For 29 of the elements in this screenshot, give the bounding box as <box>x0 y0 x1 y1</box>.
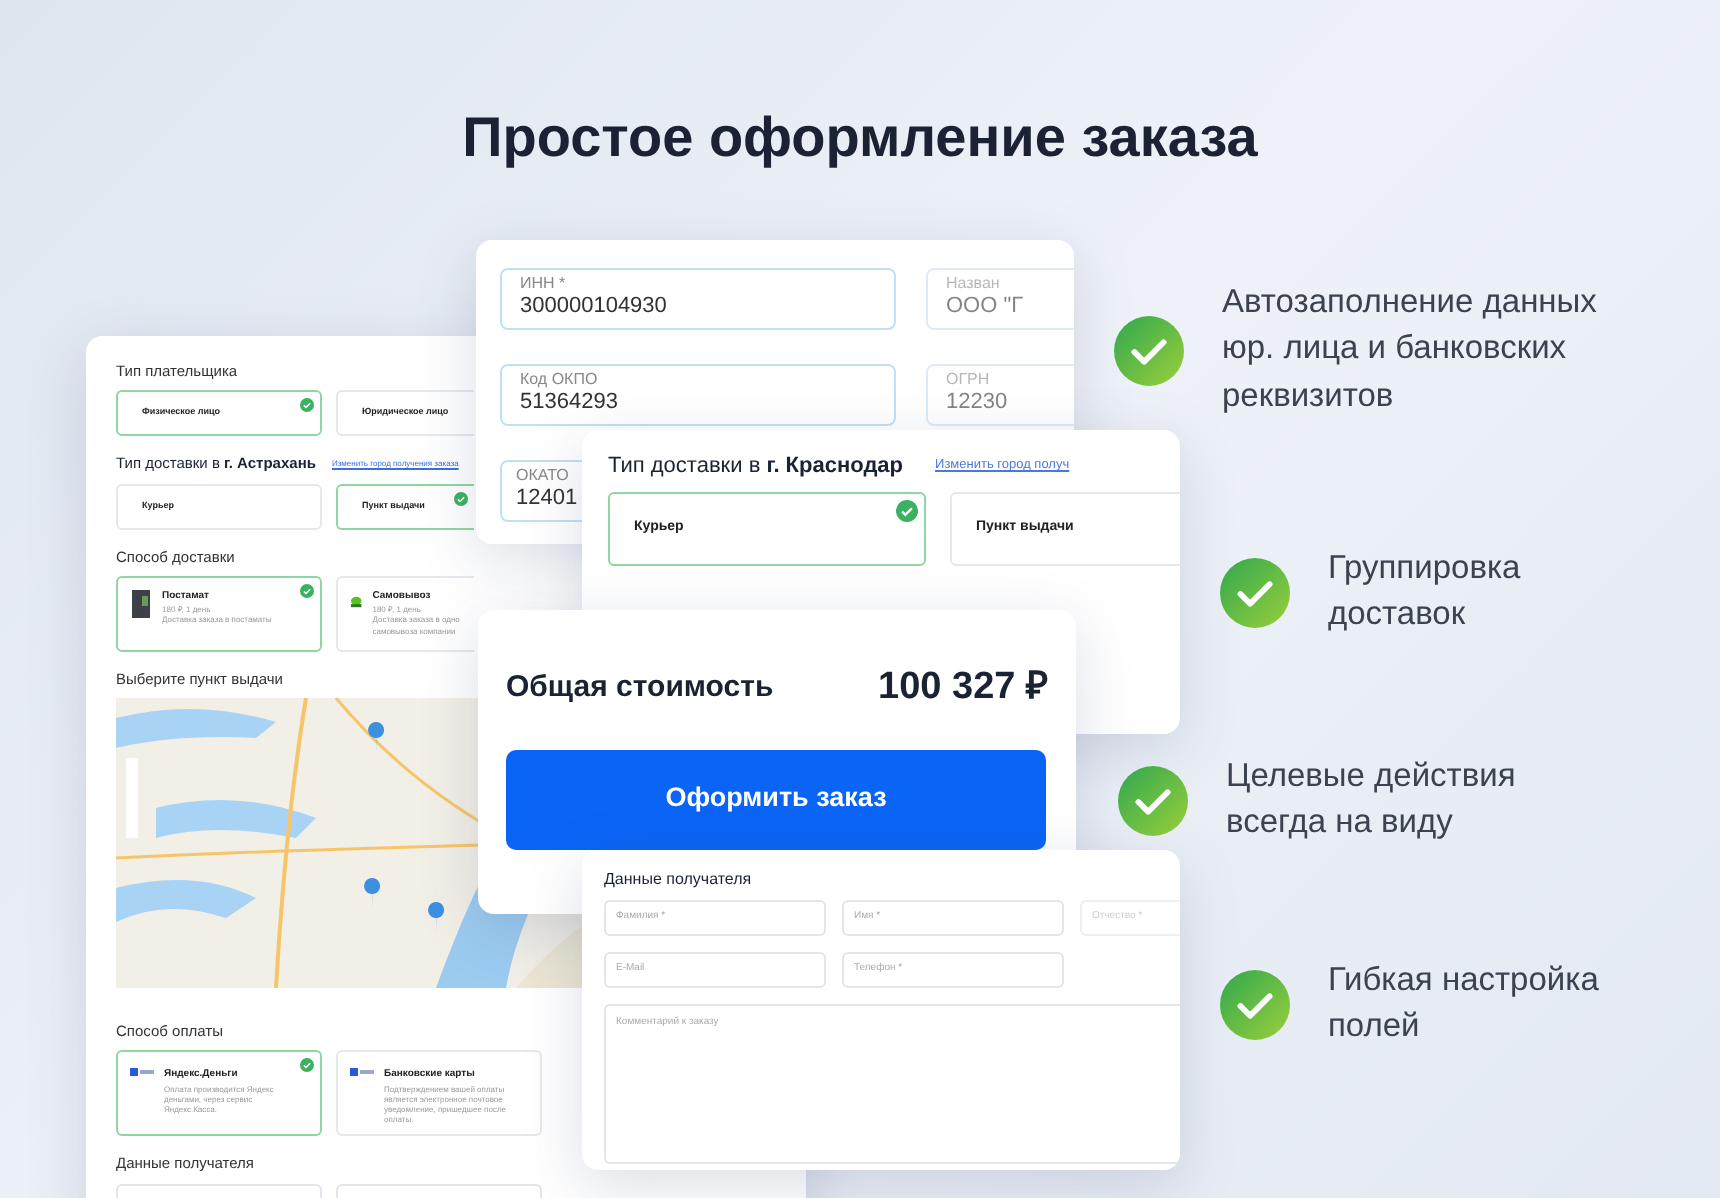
check-icon <box>1118 765 1188 836</box>
wallet-icon <box>350 1068 374 1077</box>
field-value: 51364293 <box>520 389 620 416</box>
checkout-button[interactable]: Оформить заказ <box>506 749 1046 849</box>
feature-text: Гибкая настройка полей <box>1328 960 1601 1049</box>
field-value: ООО "Г <box>946 293 1026 320</box>
check-icon <box>1114 315 1184 386</box>
locker-icon <box>130 589 152 618</box>
feature-text: Автозаполнение данных юр. лица и банковских реквизитов <box>1222 282 1599 418</box>
check-icon <box>1220 557 1290 628</box>
page-title: Простое оформление заказа <box>460 104 1260 172</box>
field-value: 12401 <box>516 485 580 512</box>
input-field[interactable]: ИНН * 300000104930 <box>500 268 896 330</box>
check-icon <box>1220 969 1290 1040</box>
input-field[interactable]: Код ОКПО 51364293 <box>500 364 896 426</box>
field-value: 12230 <box>946 389 1010 416</box>
field-label: ОГРН <box>946 370 992 390</box>
feature-text: Целевые действия всегда на виду <box>1226 756 1518 845</box>
field-label: Назван <box>946 274 1002 294</box>
feature-text: Группировка доставок <box>1328 548 1523 637</box>
section-title: Данные получателя <box>604 868 754 892</box>
wallet-icon <box>130 1068 154 1077</box>
field-label: ОКАТО <box>516 466 571 486</box>
field-label: ИНН * <box>520 274 568 294</box>
total-amount: 100 327 ₽ <box>878 664 1048 712</box>
section-title: Тип доставки в г. Краснодар <box>608 452 904 482</box>
field-value: 300000104930 <box>520 293 669 320</box>
field-label: Код ОКПО <box>520 370 600 390</box>
total-label: Общая стоимость <box>506 668 774 708</box>
